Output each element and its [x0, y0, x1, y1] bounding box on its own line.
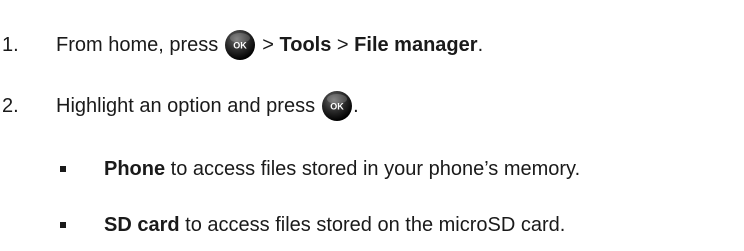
bullet-text: SD card to access files stored on the mi… — [104, 214, 566, 236]
ok-label: OK — [330, 102, 344, 112]
step-number: 2. — [2, 95, 19, 117]
step-text: Highlight an option and press — [56, 95, 316, 117]
menu-file-manager: File manager — [354, 34, 478, 56]
bullet-item-phone: Phone to access files stored in your pho… — [60, 157, 580, 181]
bullet-square-icon — [60, 166, 66, 172]
ok-button-icon: OK — [321, 90, 353, 122]
ok-label: OK — [234, 41, 248, 51]
ok-button-icon: OK — [224, 29, 256, 61]
document-page: 1. From home, press OK > Tools > File ma… — [0, 0, 744, 251]
step-1: 1. From home, press OK > Tools > File ma… — [0, 29, 483, 61]
menu-tools: Tools — [279, 34, 332, 56]
bullet-square-icon — [60, 222, 66, 228]
bullet-text: Phone to access files stored in your pho… — [104, 158, 581, 180]
bullet-item-sd-card: SD card to access files stored on the mi… — [60, 213, 565, 237]
step-number: 1. — [2, 34, 19, 56]
step-text: From home, press — [56, 34, 219, 56]
step-2: 2. Highlight an option and press OK . — [0, 90, 359, 122]
